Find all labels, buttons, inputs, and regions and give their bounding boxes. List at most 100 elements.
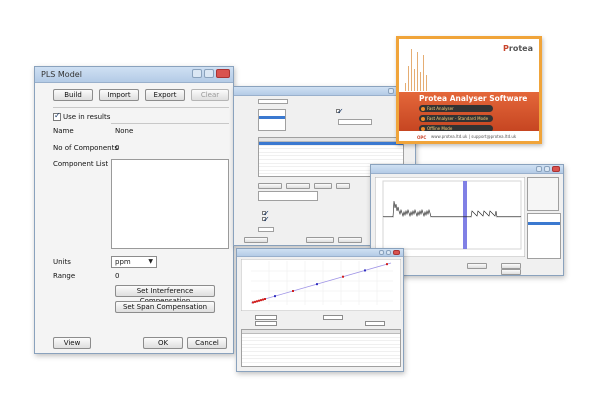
brand-bar bbox=[411, 49, 412, 91]
results-list[interactable] bbox=[527, 213, 561, 259]
separator bbox=[111, 123, 229, 124]
units-value: ppm bbox=[115, 258, 131, 266]
bullet-icon bbox=[421, 106, 425, 111]
use-in-results-checkbox[interactable] bbox=[53, 111, 61, 121]
calibration-point bbox=[364, 269, 366, 272]
option-select[interactable] bbox=[365, 321, 385, 326]
calibration-point bbox=[252, 301, 254, 304]
num-components-label: No of Components bbox=[53, 144, 119, 152]
selected-list-item[interactable] bbox=[259, 116, 285, 119]
cancel-button[interactable]: Cancel bbox=[187, 337, 227, 349]
small-button[interactable] bbox=[258, 183, 282, 189]
brand-graphic bbox=[405, 46, 427, 91]
calibration-point bbox=[274, 295, 276, 298]
close-icon[interactable] bbox=[552, 166, 560, 172]
spectrum-marker[interactable] bbox=[463, 181, 467, 249]
range-value: 0 bbox=[115, 272, 120, 280]
maximize-icon[interactable] bbox=[544, 166, 550, 172]
calibration-point bbox=[262, 298, 264, 301]
pls-title-bar[interactable]: PLS Model bbox=[35, 67, 233, 83]
brand-bar bbox=[408, 66, 409, 91]
close-icon[interactable] bbox=[216, 69, 230, 78]
menu-item-standard-mode[interactable]: Fast Analyser - Standard Mode bbox=[419, 115, 493, 122]
name-value: None bbox=[115, 127, 134, 135]
set-interference-compensation-button[interactable]: Set Interference Compensation bbox=[115, 285, 215, 305]
type-list[interactable] bbox=[258, 109, 286, 131]
calibration-point bbox=[316, 283, 318, 286]
model-dialog-title-bar[interactable] bbox=[234, 87, 415, 96]
build-button[interactable]: Build bbox=[53, 89, 93, 101]
component-list[interactable] bbox=[111, 159, 229, 249]
calibration-point bbox=[386, 263, 388, 266]
small-button[interactable] bbox=[286, 183, 310, 189]
table-row[interactable] bbox=[242, 359, 400, 363]
minimize-icon[interactable] bbox=[388, 88, 394, 94]
clear-button[interactable]: Clear bbox=[191, 89, 229, 101]
type-select[interactable] bbox=[255, 321, 277, 326]
option-checkbox[interactable] bbox=[262, 215, 270, 224]
close-icon[interactable] bbox=[393, 250, 400, 255]
brand-bar bbox=[420, 72, 421, 91]
set-span-compensation-button[interactable]: Set Span Compensation bbox=[115, 301, 215, 313]
chevron-down-icon: ▼ bbox=[148, 258, 153, 265]
calibration-point bbox=[260, 299, 262, 302]
small-button[interactable] bbox=[244, 237, 268, 243]
protea-software-box: Protea Protea Analyser Software Fast Ana… bbox=[396, 36, 542, 144]
calibration-point bbox=[292, 290, 294, 292]
calibration-table[interactable] bbox=[241, 329, 401, 367]
bullet-icon bbox=[421, 126, 425, 131]
brand-bar bbox=[405, 83, 406, 91]
calibration-point bbox=[264, 298, 266, 300]
use-in-results-label: Use in results bbox=[63, 113, 111, 121]
selected-list-item[interactable] bbox=[528, 222, 560, 225]
range-label: Range bbox=[53, 272, 76, 280]
calibration-point bbox=[258, 299, 260, 302]
option-select[interactable] bbox=[323, 315, 343, 320]
settings-panel bbox=[527, 177, 559, 211]
small-button[interactable] bbox=[467, 263, 487, 269]
minimize-icon[interactable] bbox=[536, 166, 542, 172]
pls-window-title: PLS Model bbox=[41, 70, 82, 79]
calibration-point bbox=[342, 275, 344, 278]
small-button[interactable] bbox=[501, 269, 521, 275]
brand-bar bbox=[426, 75, 427, 91]
website-text: www.protea.ltd.uk | support@protea.ltd.u… bbox=[431, 134, 517, 139]
view-button[interactable]: View bbox=[53, 337, 91, 349]
minimize-icon[interactable] bbox=[379, 250, 384, 255]
maximize-icon[interactable] bbox=[204, 69, 214, 78]
small-button[interactable] bbox=[336, 183, 350, 189]
calibration-window bbox=[236, 248, 404, 372]
spectrum-title-bar[interactable] bbox=[371, 165, 563, 174]
name-field[interactable] bbox=[258, 99, 288, 104]
import-button[interactable]: Import bbox=[99, 89, 139, 101]
calibration-point bbox=[256, 300, 258, 303]
units-label: Units bbox=[53, 258, 71, 266]
number-field[interactable] bbox=[258, 227, 274, 232]
calibration-plot[interactable] bbox=[241, 259, 401, 311]
opc-logo: OPC bbox=[417, 135, 427, 140]
brand-bar bbox=[414, 69, 415, 91]
calibration-point bbox=[254, 300, 256, 303]
spectrum-plot[interactable] bbox=[375, 177, 525, 257]
units-select[interactable]: ppm ▼ bbox=[111, 256, 157, 268]
separator bbox=[53, 107, 229, 108]
option-checkbox[interactable] bbox=[336, 107, 344, 116]
ok-button[interactable]: OK bbox=[143, 337, 183, 349]
small-button[interactable] bbox=[314, 183, 332, 189]
menu-item-fast-analyser[interactable]: Fast Analyser bbox=[419, 105, 493, 112]
filter-select[interactable] bbox=[255, 315, 277, 320]
option-field[interactable] bbox=[338, 119, 372, 125]
name-label: Name bbox=[53, 127, 74, 135]
component-list-label: Component List bbox=[53, 160, 109, 168]
software-title: Protea Analyser Software bbox=[419, 94, 528, 103]
num-components-value: 0 bbox=[115, 144, 120, 152]
maximize-icon[interactable] bbox=[386, 250, 391, 255]
export-button[interactable]: Export bbox=[145, 89, 185, 101]
minimize-icon[interactable] bbox=[192, 69, 202, 78]
brand-bar bbox=[423, 55, 424, 91]
file-field[interactable] bbox=[258, 191, 318, 201]
calibration-title-bar[interactable] bbox=[237, 249, 403, 257]
small-button[interactable] bbox=[306, 237, 334, 243]
pls-model-window: PLS Model Build Import Export Clear Use … bbox=[34, 66, 234, 354]
small-button[interactable] bbox=[338, 237, 362, 243]
